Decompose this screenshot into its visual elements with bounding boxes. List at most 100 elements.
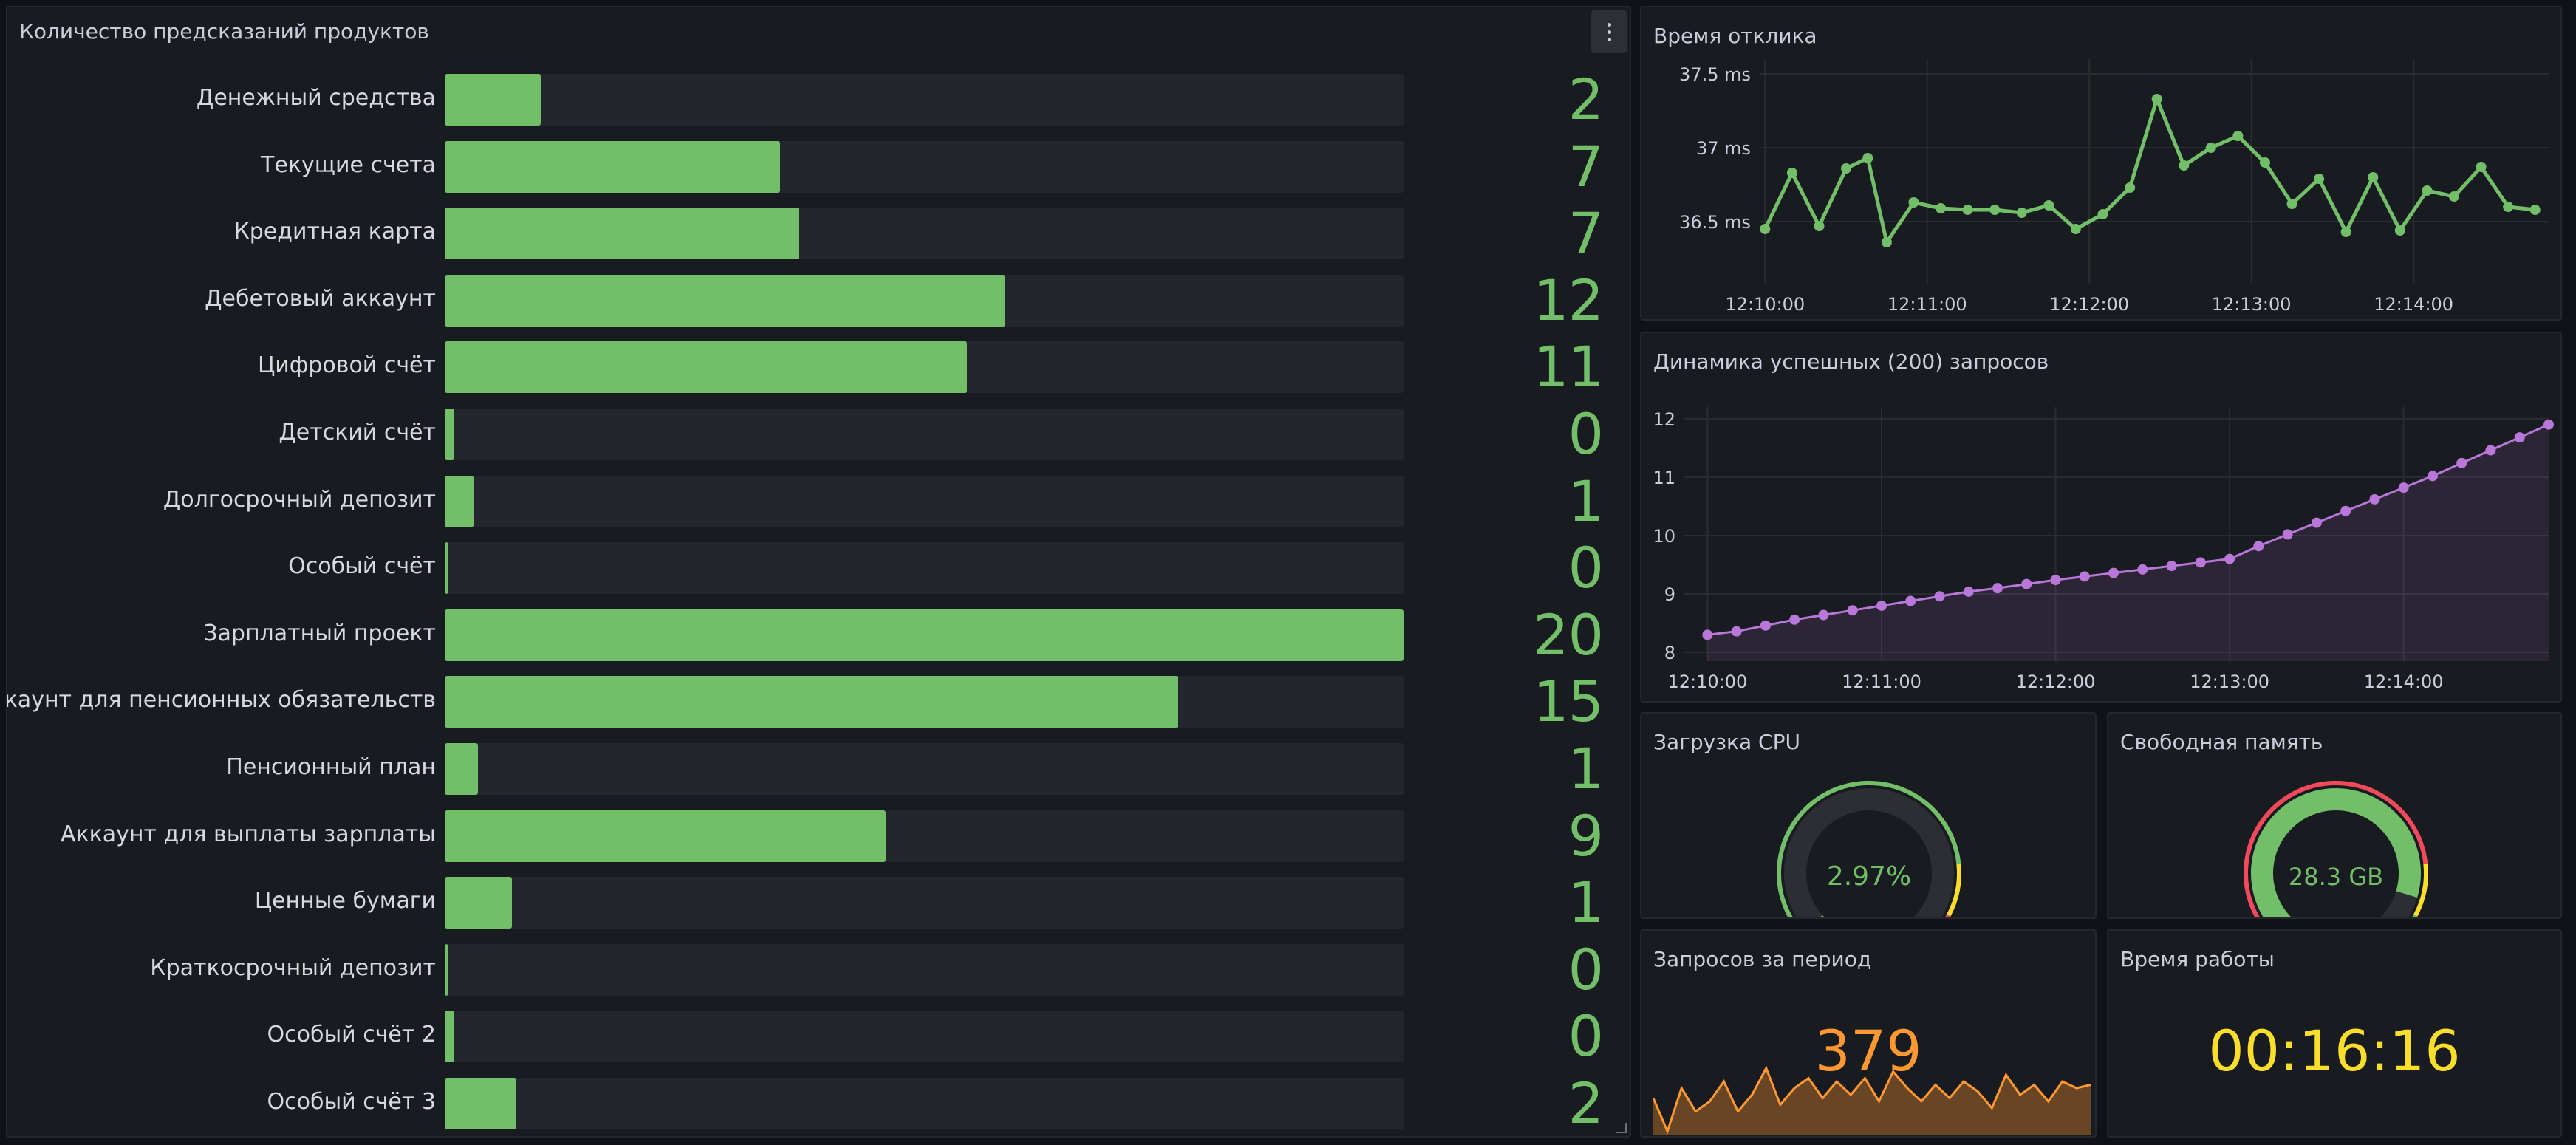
bar-label: Пенсионный план	[226, 754, 436, 780]
data-point	[2151, 94, 2162, 104]
data-point	[1818, 609, 1829, 621]
bar-row[interactable]: Денежный средства 2	[7, 71, 1630, 129]
x-tick-label: 12:11:00	[1887, 294, 1967, 315]
bar-value: 0	[1568, 1003, 1604, 1070]
bar-fill	[445, 609, 1404, 661]
x-tick-label: 12:13:00	[2190, 671, 2269, 692]
bar-row[interactable]: Особый счёт 0	[7, 539, 1630, 597]
panel-title: Количество предсказаний продуктов	[19, 19, 429, 44]
bar-track	[445, 810, 1404, 862]
x-tick-label: 12:10:00	[1725, 294, 1805, 315]
bar-row[interactable]: Долгосрочный депозит 1	[7, 472, 1630, 530]
bar-label: Аккаунт для пенсионных обязательств	[6, 687, 436, 714]
bar-row[interactable]: Аккаунт для выплаты зарплаты 9	[7, 802, 1630, 869]
bar-track	[445, 1011, 1404, 1063]
data-point	[2394, 225, 2405, 236]
x-tick-label: 12:14:00	[2364, 671, 2444, 692]
y-tick-label: 37.5 ms	[1679, 64, 1751, 85]
data-point	[2070, 224, 2081, 234]
bar-track	[445, 743, 1404, 795]
bar-label: Долгосрочный депозит	[163, 486, 436, 513]
data-point	[2485, 445, 2496, 456]
bar-value: 1	[1568, 736, 1604, 802]
requests-count: 379	[1814, 1018, 1922, 1084]
data-point	[2529, 205, 2541, 215]
resize-handle-icon[interactable]	[1616, 1123, 1627, 1133]
data-point	[1992, 583, 2003, 594]
success-requests-chart[interactable]: 8 9 10 11 12 12:10:00 12:11:00 12:12:00 12:13:00…	[1641, 333, 2562, 703]
bar-fill	[445, 1011, 454, 1063]
bar-label: Аккаунт для выплаты зарплаты	[61, 821, 436, 847]
data-point	[1881, 237, 1892, 247]
bar-value: 20	[1533, 601, 1604, 668]
bar-row[interactable]: Детский счёт 0	[7, 406, 1630, 463]
bar-track	[445, 1078, 1404, 1129]
x-tick-label: 12:14:00	[2374, 294, 2453, 315]
data-point	[1936, 203, 1947, 213]
bar-label: Цифровой счёт	[257, 352, 436, 379]
bar-row[interactable]: Ценные бумаги 1	[7, 869, 1630, 936]
uptime-panel: Время работы 00:16:16	[2107, 929, 2562, 1138]
data-point	[2282, 529, 2293, 540]
bar-row[interactable]: Кредитная карта 7	[7, 200, 1630, 267]
bar-track	[445, 877, 1404, 929]
bar-label: Детский счёт	[279, 420, 436, 445]
data-point	[1876, 600, 1887, 611]
bar-fill	[445, 274, 1006, 327]
data-point	[1963, 586, 1974, 597]
bar-row[interactable]: Аккаунт для пенсионных обязательств 15	[6, 669, 1630, 735]
data-point	[2340, 227, 2351, 237]
data-point	[1989, 205, 2001, 215]
panel-title: Время работы	[2120, 947, 2275, 971]
data-point	[2253, 541, 2264, 552]
bar-value: 15	[1533, 669, 1604, 735]
panel-menu-button[interactable]	[1591, 10, 1627, 53]
bar-value: 9	[1568, 802, 1604, 869]
response-time-chart[interactable]: 36.5 ms 37 ms 37.5 ms 12:10:00 12:11:00 12:12…	[1641, 7, 2562, 321]
bar-track	[445, 140, 1404, 193]
bar-value: 11	[1533, 334, 1604, 400]
series-area	[1707, 424, 2549, 661]
bar-row[interactable]: Текущие счета 7	[7, 137, 1630, 195]
y-tick-label: 36.5 ms	[1679, 212, 1751, 233]
uptime-value: 00:16:16	[2208, 1018, 2461, 1084]
memory-gauge: 28.3 GB	[2244, 781, 2428, 917]
bar-fill	[445, 74, 541, 126]
bar-fill	[445, 475, 474, 527]
bar-value: 7	[1568, 200, 1604, 267]
data-point	[2259, 157, 2270, 168]
data-point	[2166, 561, 2177, 572]
bar-value: 1	[1568, 869, 1604, 936]
bar-track	[445, 475, 1404, 527]
data-point	[2108, 567, 2119, 578]
bar-row[interactable]: Зарплатный проект 20	[7, 601, 1630, 668]
data-point	[1814, 221, 1825, 231]
success-requests-panel: Динамика успешных (200) запросов 8 9 10 11 1…	[1640, 332, 2562, 703]
data-point	[1862, 153, 1873, 163]
bar-value: 12	[1533, 267, 1604, 333]
data-point	[1934, 591, 1945, 602]
data-point	[2456, 457, 2467, 468]
data-point	[2195, 557, 2206, 568]
y-tick-label: 8	[1664, 643, 1675, 663]
bar-row[interactable]: Краткосрочный депозит 0	[7, 940, 1630, 998]
bar-track	[445, 609, 1404, 661]
bar-label: Особый счёт 3	[267, 1089, 436, 1115]
bar-fill	[445, 877, 512, 929]
bar-row[interactable]: Цифровой счёт 11	[7, 334, 1630, 400]
bar-label: Кредитная карта	[233, 219, 436, 245]
bar-row[interactable]: Пенсионный план 1	[7, 736, 1630, 802]
data-point	[1841, 163, 1852, 174]
data-point	[2137, 564, 2148, 575]
dot-icon	[1607, 37, 1611, 41]
bar-row[interactable]: Дебетовый аккаунт 12	[7, 267, 1630, 333]
y-tick-label: 9	[1664, 584, 1675, 605]
data-point	[2368, 172, 2379, 182]
bar-row[interactable]: Особый счёт 3 2	[7, 1075, 1630, 1132]
bar-track	[445, 274, 1404, 327]
bar-row[interactable]: Особый счёт 2 0	[7, 1003, 1630, 1070]
bar-label: Ценные бумаги	[254, 888, 436, 915]
bar-track	[445, 208, 1404, 260]
bar-fill	[445, 140, 781, 193]
bar-track	[445, 341, 1404, 394]
